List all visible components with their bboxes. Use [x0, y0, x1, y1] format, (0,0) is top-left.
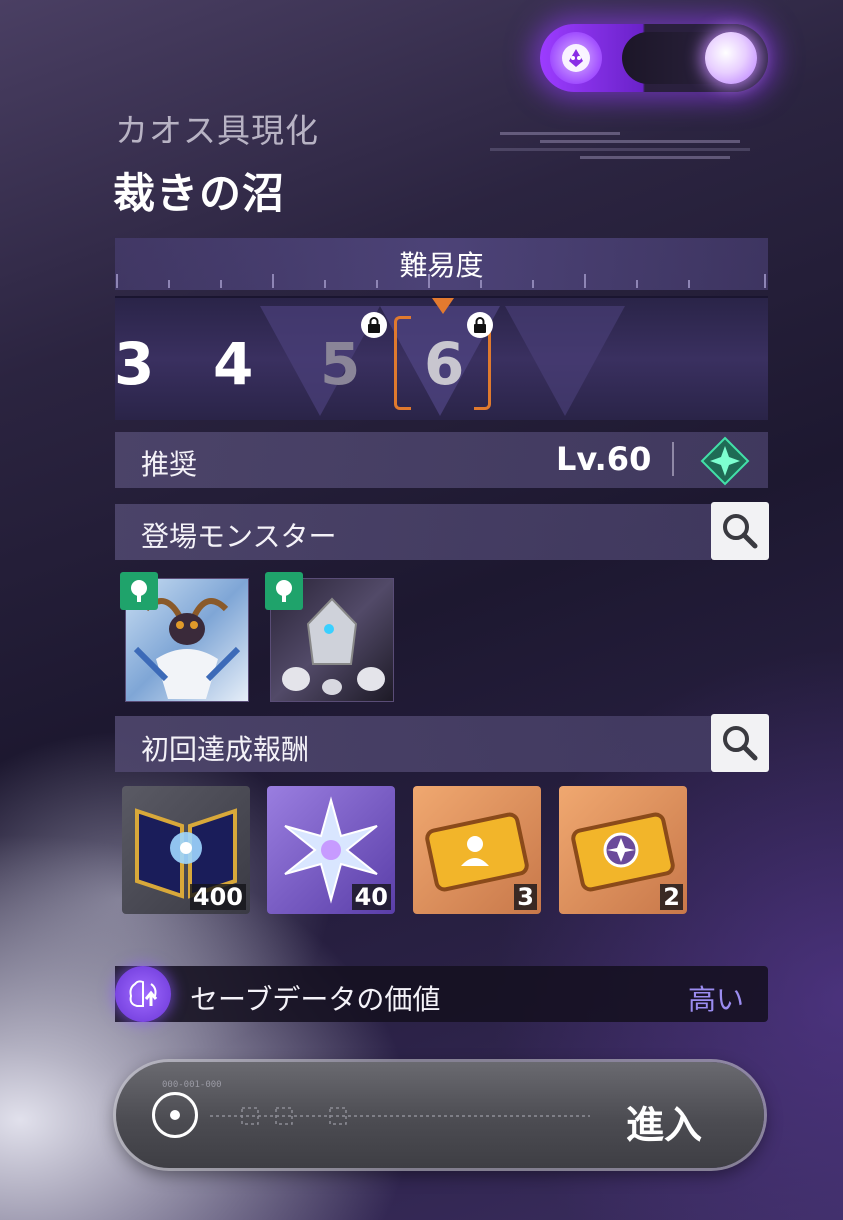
reward-quantity: 40 [351, 884, 391, 910]
attribute-diamond-icon [700, 436, 750, 486]
lock-icon [361, 312, 387, 338]
lock-icon [467, 312, 493, 338]
chaos-mask-icon [550, 32, 602, 84]
brain-upgrade-icon [115, 966, 171, 1022]
difficulty-level-3[interactable]: 3 [114, 330, 154, 398]
selection-bracket-left [394, 316, 411, 410]
tree-attribute-icon [265, 572, 303, 610]
circuit-decoration [210, 1107, 590, 1125]
recommended-level: Lv.60 [556, 440, 652, 478]
difficulty-level-4[interactable]: 4 [213, 330, 253, 398]
reward-item[interactable]: 3 [413, 786, 541, 914]
reward-item[interactable]: 400 [122, 786, 250, 914]
reward-search-button[interactable] [711, 714, 769, 772]
enter-target-icon [152, 1092, 198, 1138]
monster-search-button[interactable] [711, 502, 769, 560]
search-icon [723, 726, 758, 761]
divider [672, 442, 674, 476]
recommended-label: 推奨 [141, 448, 198, 481]
difficulty-level-6[interactable]: 6 [424, 330, 464, 398]
stage-title: 裁きの沼 [113, 169, 286, 218]
reward-quantity: 3 [514, 884, 537, 910]
enter-code: 000-001-000 [162, 1080, 222, 1090]
difficulty-ticks [116, 274, 766, 288]
reward-item[interactable]: 40 [267, 786, 395, 914]
recommended-bar [115, 432, 768, 488]
difficulty-level-5[interactable]: 5 [320, 330, 360, 398]
save-data-label: セーブデータの価値 [190, 983, 441, 1016]
rewards-label: 初回達成報酬 [141, 733, 310, 766]
reward-item[interactable]: 2 [559, 786, 687, 914]
save-data-value: 高い [688, 983, 745, 1016]
reward-quantity: 400 [189, 884, 246, 910]
monsters-label: 登場モンスター [141, 520, 337, 553]
selected-pointer [432, 298, 454, 314]
tree-attribute-icon [120, 572, 158, 610]
search-icon [723, 514, 758, 549]
toggle-knob[interactable] [705, 32, 757, 84]
reward-quantity: 2 [660, 884, 683, 910]
enter-label: 進入 [626, 1103, 703, 1147]
glitch-decoration [480, 128, 765, 168]
stage-category: カオス具現化 [115, 111, 319, 150]
